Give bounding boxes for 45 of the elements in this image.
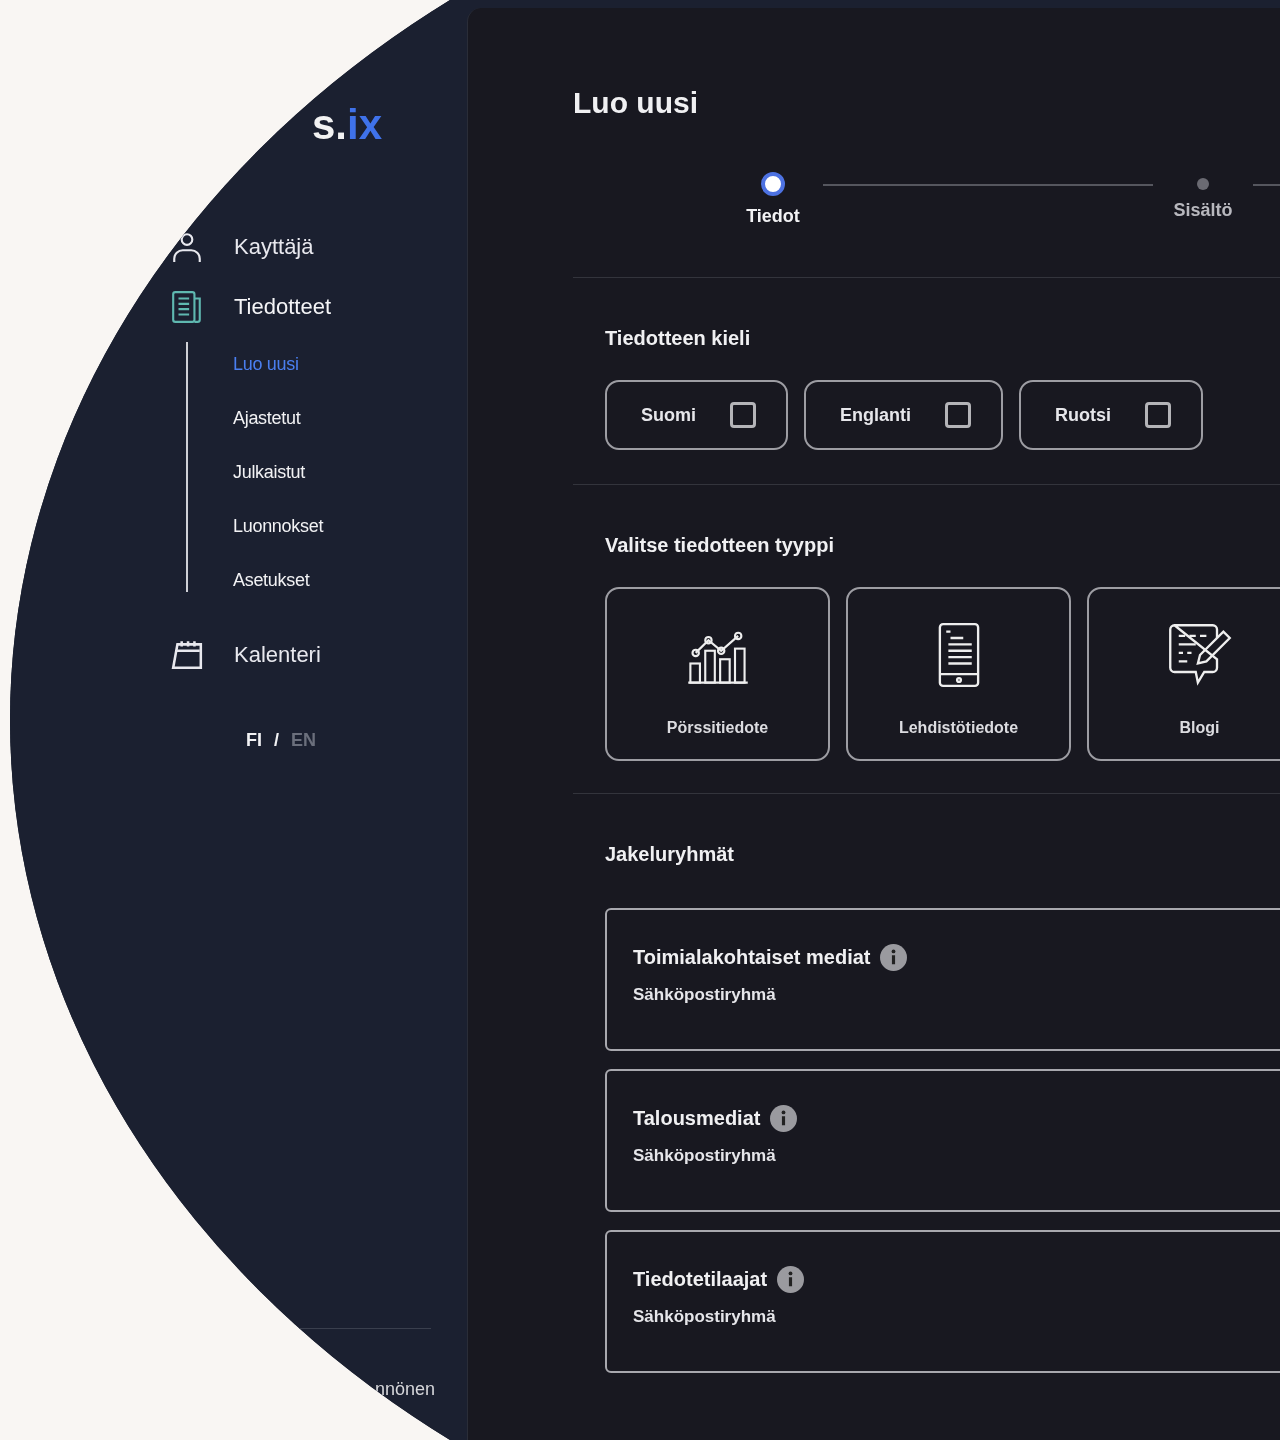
checkbox[interactable] (1145, 402, 1171, 428)
type-card[interactable]: Pörssitiedote (605, 587, 830, 761)
distribution-group-card[interactable]: Talousmediat Sähköpostiryhmä (605, 1069, 1280, 1212)
language-link[interactable]: FI (246, 730, 262, 751)
checkbox[interactable] (945, 402, 971, 428)
group-title: Toimialakohtaiset mediat (633, 946, 871, 969)
section-heading: Tiedotteen kieli (605, 326, 752, 350)
type-card[interactable]: Blogi (1087, 587, 1280, 761)
type-label: Blogi (1179, 719, 1220, 737)
language-separator: / (274, 730, 279, 751)
info-icon[interactable] (777, 1266, 805, 1293)
submenu-item[interactable]: Luo uusi (233, 352, 299, 376)
app-logo: s.ix (312, 100, 383, 150)
calendar-icon[interactable] (170, 638, 204, 672)
submenu-item[interactable]: Luonnokset (233, 514, 324, 538)
page-title: Luo uusi (573, 85, 699, 121)
language-option[interactable]: Suomi (605, 380, 788, 450)
document-icon[interactable] (170, 290, 204, 324)
submenu-item[interactable]: Ajastetut (233, 406, 301, 430)
group-type: Sähköpostiryhmä (633, 1307, 776, 1327)
info-icon[interactable] (770, 1105, 798, 1132)
user-name: nnönen (375, 1379, 437, 1400)
type-label: Pörssitiedote (666, 719, 769, 737)
group-title: Talousmediat (633, 1107, 761, 1130)
section-heading: Valitse tiedotteen tyyppi (605, 533, 835, 557)
user-icon[interactable] (170, 230, 204, 264)
nav-item[interactable]: Kayttäjä (234, 234, 314, 260)
language-option[interactable]: Englanti (804, 380, 1003, 450)
group-type: Sähköpostiryhmä (633, 1146, 776, 1166)
distribution-group-card[interactable]: Tiedotetilaajat Sähköpostiryhmä (605, 1230, 1280, 1373)
nav-item[interactable]: Tiedotteet (234, 294, 332, 320)
group-type: Sähköpostiryhmä (633, 985, 776, 1005)
step-label[interactable]: Tiedot (746, 206, 800, 227)
type-card[interactable]: Lehdistötiedote (846, 587, 1071, 761)
language-option[interactable]: Ruotsi (1019, 380, 1203, 450)
step-label[interactable]: Sisältö (1173, 200, 1233, 221)
distribution-group-card[interactable]: Toimialakohtaiset mediat Sähköpostiryhmä (605, 908, 1280, 1051)
section-heading: Jakeluryhmät (605, 842, 735, 866)
info-icon[interactable] (880, 944, 908, 971)
checkbox[interactable] (730, 402, 756, 428)
submenu-item[interactable]: Julkaistut (233, 460, 306, 484)
submenu-item[interactable]: Asetukset (233, 568, 310, 592)
nav-item[interactable]: Kalenteri (234, 642, 321, 668)
group-title: Tiedotetilaajat (633, 1268, 768, 1291)
type-label: Lehdistötiedote (898, 719, 1019, 737)
